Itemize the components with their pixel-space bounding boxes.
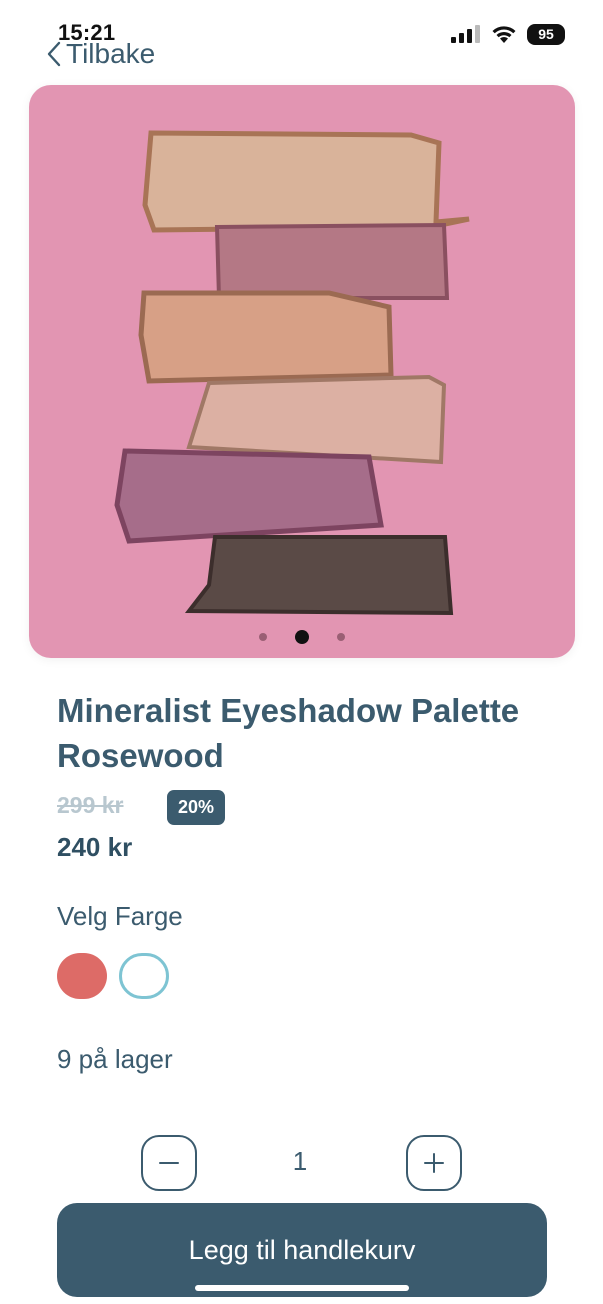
chevron-left-icon [47, 41, 61, 67]
minus-icon [159, 1162, 179, 1164]
discount-badge: 20% [167, 790, 225, 825]
color-swatch-white[interactable] [119, 953, 169, 999]
product-image-carousel[interactable] [29, 85, 575, 658]
swatch-brown [184, 535, 454, 616]
battery-indicator: 95 [527, 23, 565, 45]
status-icons: 95 [451, 22, 565, 46]
swatch-peach [138, 290, 394, 384]
home-indicator [195, 1285, 409, 1291]
swatch-nude [186, 374, 447, 465]
color-picker-label: Velg Farge [57, 901, 183, 931]
back-label: Tilbake [66, 38, 156, 69]
carousel-dots [29, 630, 575, 644]
swatch-mauve-shimmer [114, 448, 384, 544]
quantity-decrease-button[interactable] [141, 1135, 197, 1191]
carousel-dot-active[interactable] [295, 630, 309, 644]
product-image [114, 130, 470, 616]
swatch-gold-shimmer [142, 130, 470, 233]
quantity-value: 1 [292, 1146, 308, 1176]
stock-status: 9 på lager [57, 1044, 173, 1074]
add-to-cart-label: Legg til handlekurv [188, 1235, 416, 1265]
wifi-icon [492, 26, 516, 43]
carousel-dot[interactable] [259, 633, 267, 641]
carousel-dot[interactable] [337, 633, 345, 641]
quantity-increase-button[interactable] [406, 1135, 462, 1191]
current-price: 240 kr [57, 832, 133, 862]
product-title: Mineralist Eyeshadow Palette Rosewood [57, 692, 520, 774]
back-button[interactable]: Tilbake [46, 36, 155, 72]
swatch-rosewood [214, 222, 450, 300]
product-screen: 15:21 95 Tilbake Mineralist Eyeshadow Pa… [0, 0, 603, 1304]
add-to-cart-button[interactable]: Legg til handlekurv [57, 1203, 547, 1297]
color-swatch-coral[interactable] [57, 953, 107, 999]
old-price: 299 kr [57, 792, 124, 818]
cellular-signal-icon [451, 25, 480, 43]
plus-icon [424, 1153, 444, 1173]
